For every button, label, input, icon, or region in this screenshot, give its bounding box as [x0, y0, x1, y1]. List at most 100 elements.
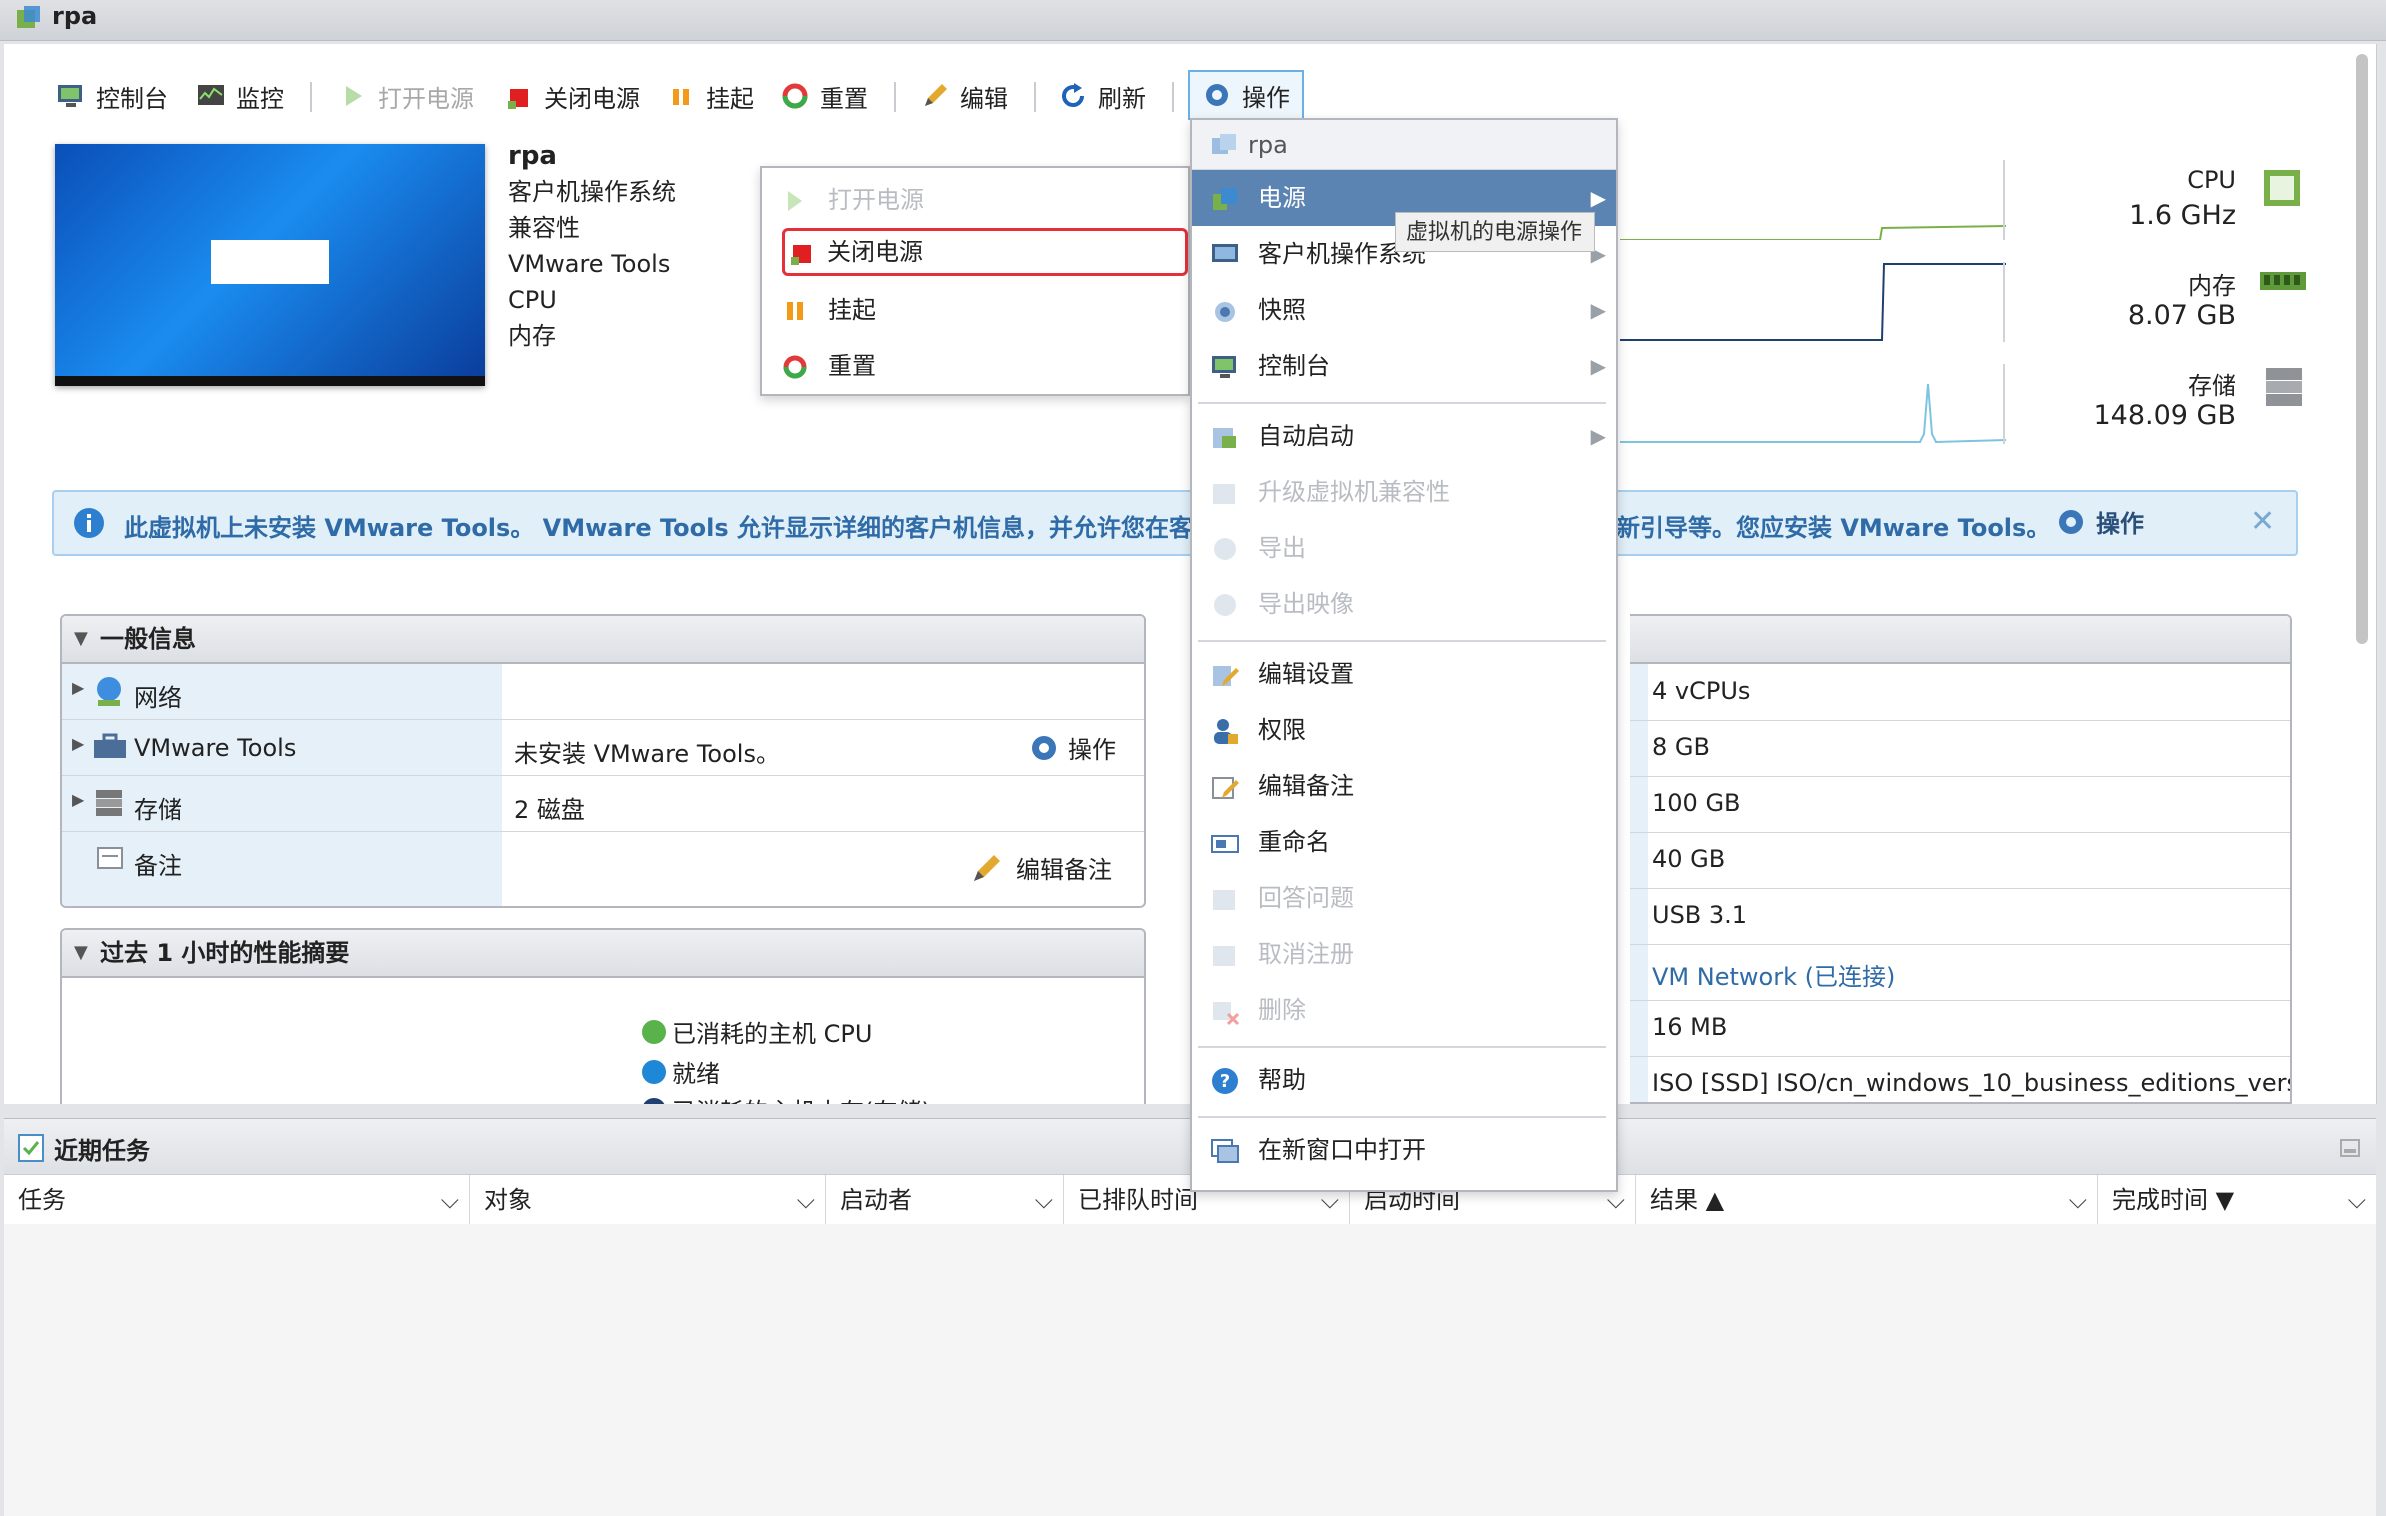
vmware-tools-row[interactable]: ▶ VMware Tools 未安装 VMware Tools。 操作	[62, 720, 1144, 776]
menu-item-upgrade-compat[interactable]: 升级虚拟机兼容性	[1192, 464, 1616, 520]
actions-label: 操作	[1242, 83, 1290, 112]
menu-item-power-on[interactable]: 打开电源	[762, 172, 1188, 228]
menu-item-help[interactable]: ? 帮助	[1192, 1052, 1616, 1108]
network-row[interactable]: ▶ 网络	[62, 664, 1144, 720]
tools-actions-button[interactable]: 操作	[1028, 730, 1116, 765]
vm-console-thumbnail[interactable]	[55, 144, 485, 386]
perf-summary-header[interactable]: ▼ 过去 1 小时的性能摘要	[62, 930, 1144, 978]
guest-os-icon	[1212, 244, 1238, 262]
hardware-row-disk1: 100 GB	[1630, 776, 2290, 833]
vm-field-tools: VMware Tools	[508, 250, 671, 278]
menu-item-permissions[interactable]: 权限	[1192, 702, 1616, 758]
console-icon	[58, 85, 82, 107]
col-task[interactable]: 任务 ⌵	[4, 1175, 470, 1225]
legend-swatch	[642, 1059, 666, 1084]
alert-actions-label: 操作	[2096, 510, 2144, 538]
hardware-value: 100 GB	[1652, 789, 1741, 817]
row-key-bg	[62, 832, 502, 906]
menu-item-suspend[interactable]: 挂起	[762, 282, 1188, 338]
chevron-down-icon[interactable]: ⌵	[1035, 1175, 1053, 1225]
legend-item-ready: 就绪	[642, 1054, 720, 1089]
help-icon: ?	[1212, 1068, 1238, 1094]
edit-notes-label: 编辑备注	[1016, 856, 1112, 884]
menu-item-edit-notes[interactable]: 编辑备注	[1192, 758, 1616, 814]
edit-notes-button[interactable]: 编辑备注	[970, 850, 1112, 885]
export-image-icon	[1214, 594, 1236, 616]
perf-summary-section: ▼ 过去 1 小时的性能摘要 已消耗的主机 CPU 就绪 已消耗的主机内存(存储…	[60, 928, 1146, 1104]
general-info-title: 一般信息	[100, 625, 196, 653]
row-key-bg	[62, 776, 502, 831]
chevron-down-icon[interactable]: ⌵	[441, 1175, 459, 1225]
chevron-down-icon[interactable]: ⌵	[797, 1175, 815, 1225]
hardware-value: USB 3.1	[1652, 901, 1748, 929]
menu-item-open-new-window[interactable]: 在新窗口中打开	[1192, 1122, 1616, 1178]
menu-item-autostart[interactable]: 自动启动 ▶	[1192, 408, 1616, 464]
vm-icon	[1212, 134, 1236, 154]
alert-actions-button[interactable]: 操作	[2054, 504, 2144, 539]
edit-button[interactable]: 编辑	[920, 74, 1008, 118]
reset-icon	[783, 355, 807, 379]
chevron-down-icon[interactable]: ⌵	[2348, 1175, 2366, 1225]
refresh-button[interactable]: 刷新	[1058, 74, 1146, 118]
menu-item-snapshot[interactable]: 快照 ▶	[1192, 282, 1616, 338]
col-completion-time[interactable]: 完成时间 ▼ ⌵	[2098, 1175, 2376, 1225]
menu-item-label: 快照	[1258, 296, 1306, 324]
expand-caret-icon[interactable]: ▶	[72, 790, 84, 809]
hardware-value: ISO [SSD] ISO/cn_windows_10_business_edi…	[1652, 1069, 2292, 1097]
cpu-chip-icon	[2264, 170, 2300, 206]
menu-item-rename[interactable]: 重命名	[1192, 814, 1616, 870]
actions-button[interactable]: 操作	[1188, 70, 1304, 120]
col-label: 启动者	[840, 1186, 912, 1214]
refresh-icon	[1062, 83, 1084, 107]
vm-field-cpu: CPU	[508, 286, 557, 314]
vertical-scrollbar[interactable]	[2352, 44, 2372, 644]
clipboard-check-icon	[18, 1134, 44, 1162]
hardware-value: 16 MB	[1652, 1013, 1728, 1041]
question-vm-icon	[1213, 890, 1235, 910]
network-link[interactable]: VM Network (已连接)	[1652, 957, 1895, 992]
close-icon[interactable]: ✕	[2250, 504, 2275, 539]
chevron-down-icon[interactable]: ⌵	[2069, 1175, 2087, 1225]
suspend-button[interactable]: 挂起	[666, 74, 754, 118]
menu-item-reset[interactable]: 重置	[762, 338, 1188, 394]
row-key-bg	[62, 664, 502, 719]
menu-item-delete[interactable]: 删除	[1192, 982, 1616, 1038]
menu-item-label: 打开电源	[828, 186, 924, 214]
menu-item-label: 导出映像	[1258, 590, 1354, 618]
menu-item-power-off[interactable]: 关闭电源	[782, 228, 1188, 276]
col-object[interactable]: 对象 ⌵	[470, 1175, 826, 1225]
console-button[interactable]: 控制台	[56, 74, 168, 118]
expand-caret-icon[interactable]: ▶	[72, 678, 84, 697]
pause-icon	[787, 302, 803, 320]
gear-icon	[2059, 509, 2083, 534]
network-globe-icon	[97, 677, 121, 706]
stop-icon	[508, 89, 528, 109]
menu-item-export[interactable]: 导出	[1192, 520, 1616, 576]
power-off-button[interactable]: 关闭电源	[504, 74, 640, 118]
menu-item-export-image[interactable]: 导出映像	[1192, 576, 1616, 632]
hardware-section: 4 vCPUs 8 GB 100 GB 40 GB USB 3.1 VM Net…	[1630, 614, 2292, 1104]
col-initiator[interactable]: 启动者 ⌵	[826, 1175, 1064, 1225]
snapshot-icon	[1215, 302, 1235, 322]
hardware-header[interactable]	[1630, 616, 2290, 664]
menu-item-edit-settings[interactable]: 编辑设置	[1192, 646, 1616, 702]
expand-caret-icon[interactable]: ▶	[72, 734, 84, 753]
menu-item-unregister[interactable]: 取消注册	[1192, 926, 1616, 982]
power-vm-icon	[1213, 188, 1237, 210]
power-on-button[interactable]: 打开电源	[338, 74, 474, 118]
collapse-caret-icon: ▼	[74, 942, 88, 963]
vm-field-memory: 内存	[508, 322, 556, 350]
storage-row[interactable]: ▶ 存储 2 磁盘	[62, 776, 1144, 832]
toolbar-separator	[1034, 82, 1036, 112]
menu-item-answer-question[interactable]: 回答问题	[1192, 870, 1616, 926]
reset-button[interactable]: 重置	[780, 74, 868, 118]
scrollbar-thumb[interactable]	[2356, 54, 2368, 644]
menu-item-console[interactable]: 控制台 ▶	[1192, 338, 1616, 394]
stop-icon	[791, 245, 811, 265]
minimize-panel-icon[interactable]	[2340, 1139, 2360, 1157]
col-result[interactable]: 结果 ▲ ⌵	[1636, 1175, 2098, 1225]
menu-item-label: 编辑设置	[1258, 660, 1354, 688]
submenu-arrow-icon: ▶	[1590, 424, 1606, 448]
monitor-button[interactable]: 监控	[196, 74, 284, 118]
general-info-header[interactable]: ▼ 一般信息	[62, 616, 1144, 664]
